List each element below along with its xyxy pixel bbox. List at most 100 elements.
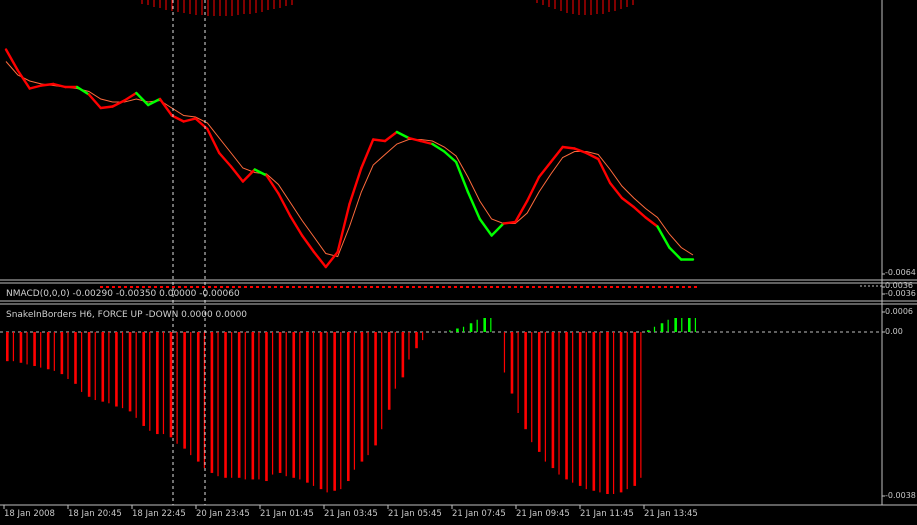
nmacd-dot [490,286,493,288]
fast-line-segment [312,250,328,269]
force-down-bar [401,332,405,378]
fast-line-segment [443,150,458,164]
force-up-bar [462,326,465,332]
fast-line-segment [111,99,126,108]
force-up-bar [688,318,691,332]
force-down-bar [612,332,615,494]
nmacd-dot [298,286,301,288]
nmacd-dot [424,286,427,288]
force-down-bar [183,332,186,449]
fast-line-segment [383,130,399,143]
nmacd-dot [520,286,523,288]
fast-line-segment [608,181,624,200]
nmacd-dot [610,286,613,288]
nmacd-dot [622,286,625,288]
force-down-bar [203,332,205,469]
nmacd-dot [178,286,181,288]
nmacd-dot [376,286,379,288]
fast-line-segment [99,105,114,110]
trading-chart [0,0,917,509]
nmacd-dot [220,286,223,288]
force-down-bar [190,332,192,456]
fast-line-segment [502,220,517,225]
force-down-bar [156,332,159,435]
nmacd-label: NMACD(0,0,0) -0.00290 -0.00350 0.00000 -… [6,289,240,299]
force-down-bar [142,332,145,426]
force-down-bar [374,332,377,446]
fast-line-segment [300,234,316,254]
force-up-bar [483,318,486,332]
nmacd-dot [370,286,373,288]
fast-line-segment [16,69,31,90]
nmacd-dot [598,286,601,288]
fast-line-segment [537,160,553,179]
force-down-bar [285,332,287,477]
fast-line-segment [668,246,683,261]
nmacd-dot [670,286,673,288]
fast-line-segment [52,82,67,89]
time-label: 18 Jan 20:45 [68,509,122,519]
time-label: 18 Jan 22:45 [132,509,186,519]
nmacd-dot [478,286,481,288]
force-down-bar [26,332,28,365]
force-up-bar [476,319,478,332]
force-down-bar [312,332,315,486]
time-label: 21 Jan 05:45 [388,509,442,519]
fast-line-segment [478,217,493,237]
force-up-bar [653,326,656,332]
force-down-bar [271,332,274,475]
nmacd-dot [604,286,607,288]
nmacd-dot [412,286,415,288]
nmacd-dot [208,286,211,288]
force-down-bar [537,332,541,452]
force-up-bar [456,328,459,332]
nmacd-dot [508,286,511,288]
force-down-bar [67,332,69,379]
force-down-bar [633,332,637,486]
fast-line-segment [40,82,55,87]
nmacd-dot [688,286,691,288]
nmacd-dot [544,286,547,288]
fast-line-segment [525,175,541,203]
force-down-bar [176,332,178,444]
time-label: 20 Jan 23:45 [196,509,250,519]
nmacd-dot [328,286,331,288]
fast-line-segment [490,222,505,237]
fast-line-segment [431,142,446,153]
fast-line-segment [206,127,221,155]
nmacd-dot [640,286,643,288]
force-down-bar [503,332,506,373]
force-down-bar [340,332,342,490]
force-down-bar [394,332,396,389]
force-down-bar [231,332,233,478]
force-down-bar [244,332,246,480]
time-label: 18 Jan 2008 [4,509,55,519]
force-up-bar [469,323,473,332]
nmacd-price-label-bottom: -0.0036 [885,289,916,298]
force-down-bar [210,332,214,473]
force-up-bar [667,319,669,332]
fast-line-segment [395,130,410,140]
nmacd-dot [406,286,409,288]
nmacd-dot [184,286,187,288]
force-down-bar [544,332,546,462]
nmacd-panel [100,285,882,288]
nmacd-dot [262,286,265,288]
nmacd-dot [442,286,445,288]
nmacd-dot [448,286,451,288]
force-down-bar [367,332,369,456]
time-label: 21 Jan 11:45 [580,509,634,519]
force-down-bar [578,332,582,486]
nmacd-dot [232,286,235,288]
nmacd-dot [382,286,385,288]
fast-line-segment [170,114,185,123]
force-down-bar [558,332,560,475]
force-down-bar [551,332,555,469]
force-up-bar [674,318,677,332]
snake-label: SnakeInBorders H6, FORCE UP -DOWN 0.0000… [6,310,248,320]
fast-line-segment [371,138,387,143]
force-down-bar [135,332,137,418]
nmacd-dot [214,286,217,288]
nmacd-dot [388,286,391,288]
nmacd-dot [502,286,505,288]
